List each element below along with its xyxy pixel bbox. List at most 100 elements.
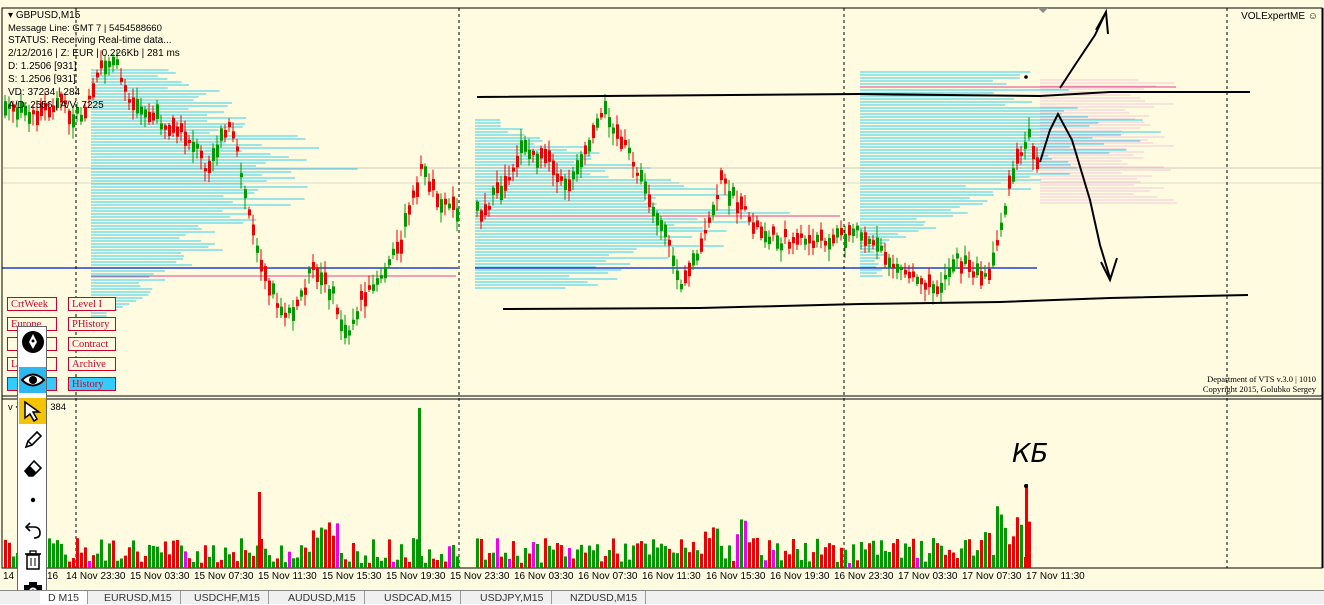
volume-bar	[440, 554, 443, 568]
volume-bar	[188, 558, 191, 568]
candle-body	[644, 181, 647, 194]
volume-bar	[936, 543, 939, 568]
volume-bar	[360, 562, 363, 568]
tab-usdchf[interactable]: USDCHF,M15	[186, 591, 269, 604]
candle-body	[540, 148, 543, 159]
volume-bar	[168, 554, 171, 568]
eraser-tool[interactable]	[19, 455, 46, 481]
chart-window[interactable]: КБ ▾ GBPUSD,M15 Message Line: GMT 7 | 54…	[0, 0, 1324, 591]
candle-body	[72, 114, 75, 128]
crtweek-button[interactable]: CrtWeek	[7, 297, 57, 311]
volume-bar	[436, 560, 439, 568]
volume-bar	[880, 540, 883, 568]
view-tool[interactable]	[19, 367, 46, 393]
phistory-button[interactable]: PHistory	[68, 317, 116, 331]
tab-audusd[interactable]: AUDUSD,M15	[280, 591, 365, 604]
tab-nzdusd[interactable]: NZDUSD,M15	[562, 591, 647, 604]
time-label: 15 Nov 15:30	[322, 571, 382, 582]
candle-body	[720, 170, 723, 181]
s-line: S: 1.2506 [931]	[8, 74, 76, 85]
candle-body	[940, 282, 943, 293]
candle-body	[672, 255, 675, 266]
volume-bar	[904, 543, 907, 568]
history-button[interactable]: History	[68, 377, 116, 391]
volume-bar	[656, 547, 659, 568]
candle-body	[280, 306, 283, 316]
volume-spike	[258, 492, 261, 568]
dot-tool[interactable]	[19, 487, 46, 513]
time-label: 17 Nov 07:30	[962, 571, 1022, 582]
trash-tool[interactable]	[19, 547, 46, 573]
candle-body	[1000, 222, 1003, 230]
volume-bar	[248, 552, 251, 568]
pencil-tool[interactable]	[19, 427, 46, 453]
candle-body	[712, 204, 715, 216]
candle-body	[764, 231, 767, 243]
candle-body	[824, 240, 827, 246]
candle-body	[968, 259, 971, 272]
candle-body	[976, 263, 979, 276]
candle-body	[244, 189, 247, 199]
volume-bar	[580, 544, 583, 568]
cursor-tool[interactable]	[19, 398, 46, 424]
candle-body	[336, 307, 339, 315]
candle-body	[724, 178, 727, 184]
volume-bar	[116, 560, 119, 568]
volume-bar	[68, 561, 71, 568]
volume-bar	[688, 552, 691, 568]
volume-bar	[244, 550, 247, 568]
level-i-button[interactable]: Level I	[68, 297, 116, 311]
volume-marker-dot	[1024, 484, 1028, 488]
candle-body	[616, 124, 619, 139]
candle-body	[736, 202, 739, 214]
archive-button[interactable]: Archive	[68, 357, 116, 371]
undo-tool[interactable]	[19, 517, 46, 543]
volume-bar	[728, 545, 731, 568]
collapse-arrow-icon[interactable]: ▾	[8, 10, 13, 21]
volume-bar	[500, 556, 503, 568]
pen-tool[interactable]	[19, 329, 46, 355]
tab-gbpusd[interactable]: D M15	[40, 591, 88, 604]
tab-usdcad[interactable]: USDCAD,M15	[376, 591, 461, 604]
volume-bar	[364, 555, 367, 568]
volume-bar	[80, 552, 83, 568]
expert-advisor-name[interactable]: VOLExpertME ☺	[1241, 11, 1318, 22]
volume-bar	[552, 549, 555, 568]
drawing-toolbar[interactable]	[17, 326, 47, 603]
volume-bar	[280, 545, 283, 568]
volume-bar	[284, 562, 287, 568]
volume-bar	[192, 561, 195, 568]
volume-bar	[1012, 536, 1015, 568]
candle-body	[908, 271, 911, 279]
candle-body	[932, 284, 935, 294]
candle-body	[592, 124, 595, 139]
volume-bar	[8, 542, 11, 568]
candle-body	[684, 270, 687, 284]
candle-body	[804, 238, 807, 245]
candle-body	[664, 224, 667, 238]
volume-bar	[564, 556, 567, 568]
volume-bar	[292, 558, 295, 568]
candle-body	[340, 319, 343, 332]
candle-body	[288, 307, 291, 314]
candle-body	[960, 261, 963, 274]
volume-bar	[668, 548, 671, 568]
candle-body	[1024, 142, 1027, 149]
candle-body	[344, 324, 347, 339]
candle-body	[536, 153, 539, 168]
candle-body	[748, 216, 751, 222]
eye-icon	[20, 373, 45, 387]
candle-body	[704, 229, 707, 234]
delta-line: D: 1.2506 [931]	[8, 61, 77, 72]
candle-body	[760, 226, 763, 239]
price-chart[interactable]: КБ	[0, 0, 1324, 590]
volume-bar	[644, 543, 647, 568]
tab-usdjpy[interactable]: USDJPY,M15	[472, 591, 553, 604]
candle-body	[420, 164, 423, 169]
contract-button[interactable]: Contract	[68, 337, 116, 351]
undo-icon	[24, 522, 41, 539]
volume-bar	[184, 551, 187, 568]
tab-eurusd[interactable]: EURUSD,M15	[96, 591, 181, 604]
candle-body	[948, 267, 951, 277]
volume-bar	[960, 548, 963, 568]
